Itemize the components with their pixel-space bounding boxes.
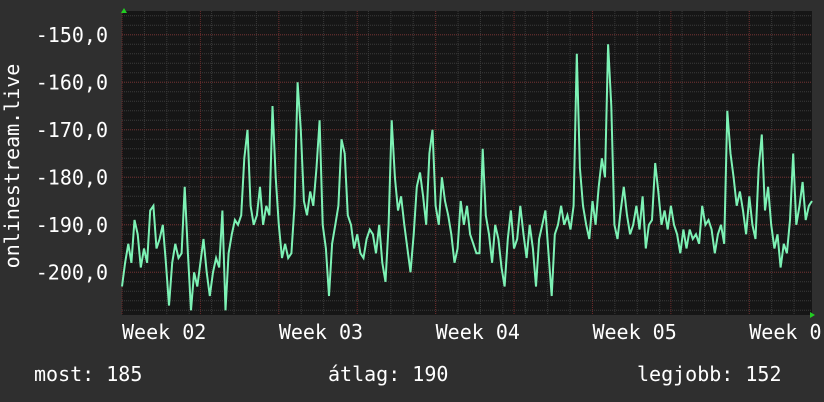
x-tick-label: Week 03 (279, 320, 363, 344)
x-axis-ticks: Week 02 Week 03 Week 04 Week 05 Week 0 (122, 320, 822, 344)
stat-best: legjobb: 152 (637, 362, 782, 386)
y-axis-ticks: -150,0 -160,0 -170,0 -180,0 -190,0 -200,0 (36, 23, 108, 285)
stat-average: átlag: 190 (328, 362, 449, 386)
y-tick-label: -200,0 (36, 260, 108, 284)
stat-current: most: 185 (34, 362, 143, 386)
x-tick-label: Week 0 (749, 320, 821, 344)
y-axis-arrow (121, 8, 127, 13)
y-axis-label: onlinestream.live (0, 64, 24, 269)
y-tick-label: -150,0 (36, 23, 108, 47)
y-tick-label: -170,0 (36, 118, 108, 142)
x-tick-label: Week 04 (436, 320, 520, 344)
y-tick-label: -190,0 (36, 213, 108, 237)
chart: -150,0 -160,0 -170,0 -180,0 -190,0 -200,0 Wee… (0, 8, 822, 344)
x-axis-arrow (810, 312, 815, 318)
x-tick-label: Week 05 (592, 320, 676, 344)
y-tick-label: -180,0 (36, 165, 108, 189)
x-tick-label: Week 02 (122, 320, 206, 344)
y-tick-label: -160,0 (36, 70, 108, 94)
plot-area (122, 11, 812, 315)
